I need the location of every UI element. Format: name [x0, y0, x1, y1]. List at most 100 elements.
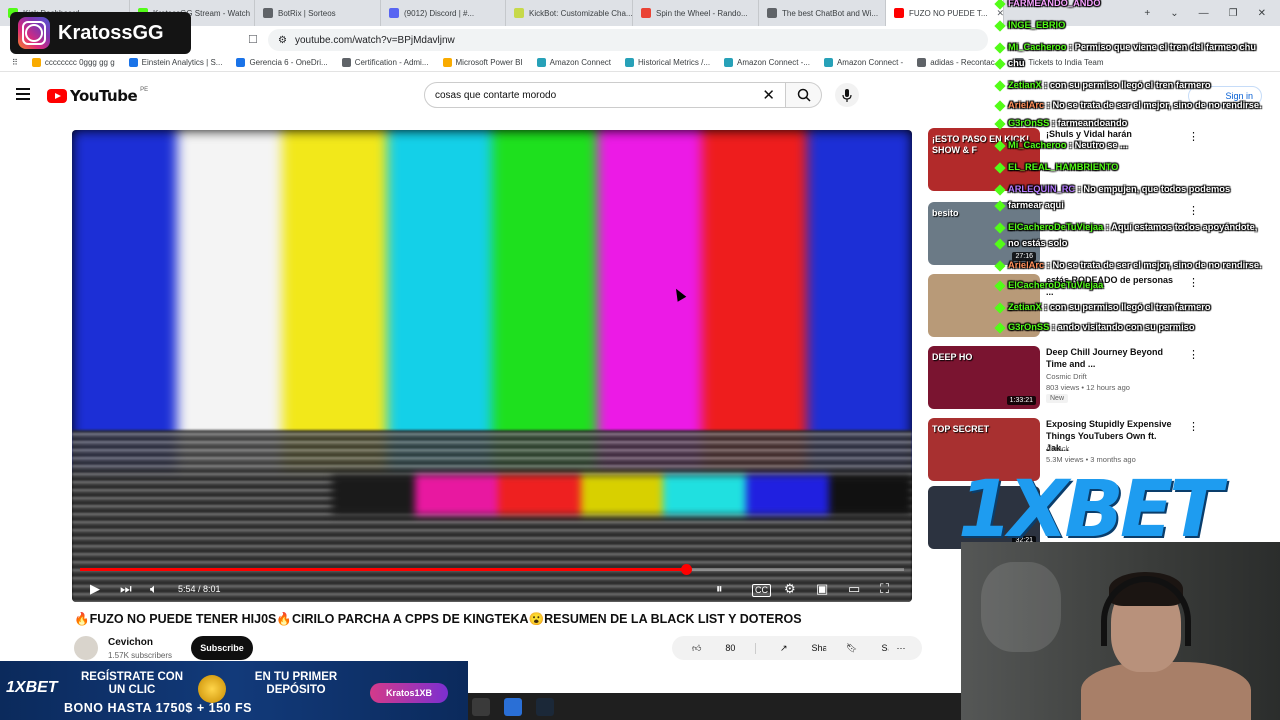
video-frame-strip [332, 475, 912, 515]
browser-tab[interactable]: (9012) Discord | #... [381, 0, 506, 26]
voice-search-button[interactable] [835, 83, 859, 107]
bookmark-item[interactable]: Amazon Connect [536, 58, 612, 67]
share-icon: ↗ [780, 642, 788, 653]
search-input[interactable]: cosas que contarte morodo ✕ [424, 82, 786, 108]
chat-badge-icon [994, 79, 1006, 92]
autoplay-toggle[interactable]: ⏸︎ [716, 581, 723, 597]
youtube-logo[interactable]: YouTube PE [47, 87, 148, 105]
menu-icon[interactable] [16, 88, 30, 100]
chat-separator: : [1049, 322, 1058, 332]
related-video-title[interactable]: Deep Chill Journey Beyond Time and ... [1046, 346, 1181, 370]
chat-text: No se trata de ser el mejor, sino de no … [1052, 100, 1262, 110]
steam-icon[interactable] [536, 697, 554, 716]
chat-username: ArielArc [1008, 100, 1045, 110]
related-video-channel[interactable]: Airrack [1046, 444, 1069, 453]
chat-username: chu [1008, 58, 1025, 68]
next-icon[interactable]: ⏭ [120, 581, 132, 597]
progress-bar[interactable] [80, 564, 904, 575]
taskbar-app-icon[interactable] [504, 697, 522, 716]
bookmark-favicon-icon [31, 58, 41, 67]
volume-icon[interactable]: 🔈︎ [150, 581, 158, 597]
more-icon: ⋯ [896, 642, 906, 653]
settings-gear-icon[interactable]: ⚙ [784, 581, 796, 597]
bookmark-favicon-icon [823, 58, 833, 67]
progress-fill [80, 568, 687, 571]
bookmark-item[interactable]: Microsoft Power BI [442, 58, 523, 67]
chat-username: INGE_EBRIO [1008, 20, 1066, 30]
site-info-icon[interactable]: ⚙ [278, 35, 287, 46]
browser-tab[interactable]: FUZO NO PUEDE T... ✕ [886, 0, 1004, 26]
bookmark-label: Gerencia 6 - OneDri... [249, 58, 328, 67]
bookmark-item[interactable]: Certification - Admi... [341, 58, 429, 67]
url-field[interactable]: ⚙ youtube.com/watch?v=BPjMdavljnw [268, 29, 988, 51]
video-duration: 1:33:21 [1006, 396, 1036, 405]
apps-icon[interactable]: ⠿ [12, 58, 18, 67]
thumbs-up-icon: 👍︎ [692, 642, 702, 653]
sponsor-logo: 1XBET [958, 465, 1222, 555]
chat-message: ElCacheroDeTuViejaa : Aquí estamos todos… [994, 221, 1257, 234]
chat-message: Mi_Cacheroo : Neutro se ... [994, 139, 1128, 152]
chat-badge-icon [994, 301, 1006, 314]
subscribe-button[interactable]: Subscribe [191, 636, 253, 660]
clear-search-icon[interactable]: ✕ [762, 86, 775, 104]
fullscreen-icon[interactable]: ⛶ [880, 581, 889, 597]
chat-username: G3rOnSS [1008, 322, 1050, 332]
related-video-meta: 5.3M views • 3 months ago [1046, 455, 1136, 464]
theater-mode-icon[interactable]: ▭ [848, 581, 860, 597]
video-title: 🔥FUZO NO PUEDE TENER HIJ0S🔥CIRILO PARCHA… [74, 612, 802, 626]
video-player[interactable]: ▶ ⏭ 🔈︎ 5:54 / 8:01 ⏸︎ CC ⚙ ▣ ▭ ⛶ [72, 130, 912, 602]
browser-tab[interactable]: KickBot: Customizable Cha... [506, 0, 633, 26]
bookmark-favicon-icon [341, 58, 351, 67]
related-video-channel[interactable]: Cosmic Drift [1046, 372, 1087, 381]
chat-text: No se trata de ser el mejor, sino de no … [1052, 260, 1262, 270]
search-value: cosas que contarte morodo [435, 89, 557, 101]
bookmark-item[interactable]: cccccccc 0ggg gg g [31, 58, 115, 67]
thumbnail-text: DEEP HO [932, 352, 973, 362]
chat-separator: : [1103, 222, 1112, 232]
coin-icon [198, 675, 226, 703]
more-options-icon[interactable]: ⋮ [1188, 420, 1199, 433]
chat-text: No empujen, que todos podemos [1083, 184, 1231, 194]
chat-message: G3rOnSS : ando visitando con su permiso [994, 321, 1195, 334]
bookmark-item[interactable]: Amazon Connect - [823, 58, 903, 67]
browser-tab[interactable]: The best ChatBot and Wi... [759, 0, 886, 26]
streamer-body [1081, 662, 1251, 720]
chat-message: INGE_EBRIO [994, 19, 1066, 32]
chat-message: ZetianX : con su permiso llegó el tren f… [994, 301, 1211, 314]
bookmark-item[interactable]: Gerencia 6 - OneDri... [236, 58, 328, 67]
bookmark-item[interactable]: Einstein Analytics | S... [128, 58, 222, 67]
miniplayer-icon[interactable]: ▣ [816, 581, 828, 597]
captions-icon[interactable]: CC [752, 584, 771, 597]
taskbar-app-icon[interactable] [472, 697, 490, 716]
browser-tab[interactable]: BotRix | Sorteos [255, 0, 381, 26]
browser-tab[interactable]: Spin the Wheel - Rando... [633, 0, 759, 26]
play-icon[interactable]: ▶ [90, 581, 100, 597]
search-button[interactable] [786, 82, 822, 108]
color-strip-segment [580, 475, 664, 515]
promo-line-2: EN TU PRIMER DEPÓSITO [254, 671, 338, 696]
bookmark-item[interactable]: Amazon Connect -... [724, 58, 810, 67]
chat-username: ZetianX [1008, 302, 1042, 312]
chat-badge-icon [994, 221, 1006, 234]
bookmark-icon[interactable]: ☐ [248, 33, 258, 46]
bookmark-label: Amazon Connect [549, 58, 612, 67]
chat-username: ZetianX [1008, 80, 1042, 90]
video-thumbnail[interactable]: DEEP HO 1:33:21 [928, 346, 1040, 409]
chat-message: EL_REAL_HAMBRIENTO [994, 161, 1118, 174]
bookmark-label: Amazon Connect -... [737, 58, 810, 67]
chat-separator: : [1041, 302, 1050, 312]
chat-text: farmeandoando [1057, 118, 1128, 128]
bookmark-item[interactable]: adidas - Recontac... [917, 58, 1001, 67]
more-actions-button[interactable]: ⋯ [888, 636, 914, 660]
more-options-icon[interactable]: ⋮ [1188, 348, 1199, 361]
channel-avatar[interactable] [74, 636, 98, 660]
like-button[interactable]: 👍︎ 80 [672, 643, 755, 654]
instagram-badge: KratossGG [10, 12, 191, 54]
color-strip-segment [332, 475, 415, 515]
related-video-item[interactable]: DEEP HO 1:33:21 Deep Chill Journey Beyond … [928, 346, 1268, 410]
color-bar [807, 130, 912, 470]
channel-name[interactable]: Cevichon [108, 637, 153, 648]
bookmark-label: adidas - Recontac... [930, 58, 1002, 67]
tab-favicon-icon [263, 8, 273, 18]
bookmark-item[interactable]: Historical Metrics /... [625, 58, 710, 67]
